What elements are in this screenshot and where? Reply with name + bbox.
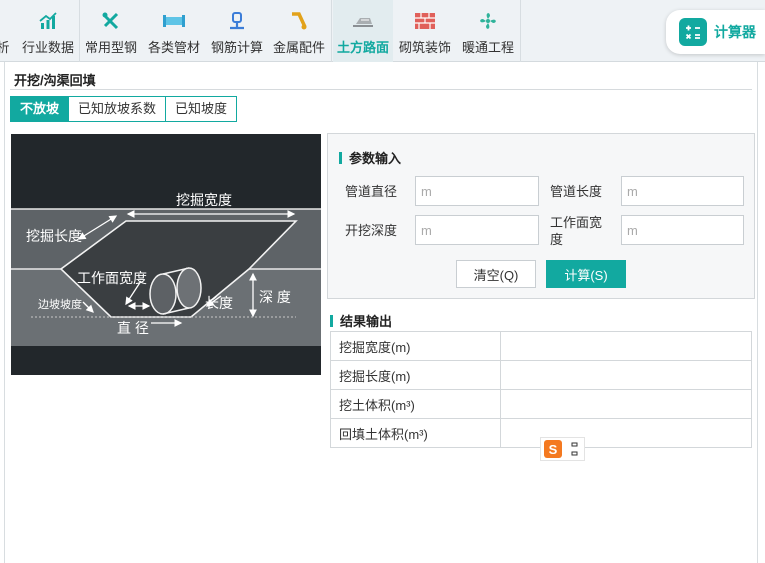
toolbar-item-metal[interactable]: 金属配件 [270,0,328,62]
result-value [500,360,752,390]
toolbar-item-label: 行业数据 [21,40,74,55]
calculate-button[interactable]: 计算(S) [546,260,626,288]
rebar-icon [226,10,248,32]
fan-icon [477,10,499,32]
pipe-length-input[interactable] [621,176,744,206]
toolbar-divider [331,0,332,62]
tab-known-slope[interactable]: 已知坡度 [166,96,238,122]
toolbar-item-label: 钢筋计算 [210,40,263,55]
toolbar-item-rebar[interactable]: 钢筋计算 [208,0,266,62]
earthwork-icon [352,10,374,32]
excavation-width-label: 挖掘宽度 [176,192,232,208]
toolbar-item-label: 土方路面 [336,40,389,55]
toolbar-item-label: 析 [0,40,10,55]
toolbar-item-industry-data[interactable]: 行业数据 [18,0,78,62]
length-label: 长度 [205,295,233,311]
table-row: 挖掘长度(m) [330,360,752,390]
section-accent-bar [330,314,333,327]
parameter-panel: 参数输入 管道直径 管道长度 开挖深度 工作面宽度 清空(Q) 计算(S) [327,133,755,299]
result-name: 挖掘宽度(m) [330,331,501,361]
ime-toolbar[interactable]: S [540,437,585,461]
result-value [500,389,752,419]
brick-icon [414,10,436,32]
toolbar-item-masonry[interactable]: 砌筑装饰 [396,0,454,62]
depth-label: 深 度 [259,289,291,305]
content-border-left [4,62,5,563]
working-width-input[interactable] [621,215,744,245]
pipe-diameter-label: 管道直径 [345,184,398,199]
toolbar-item-label: 金属配件 [272,40,325,55]
calculator-icon [679,18,707,46]
clear-button[interactable]: 清空(Q) [456,260,536,288]
toolbar-item-earthwork[interactable]: 土方路面 [333,0,393,62]
toolbar-divider [520,0,521,62]
toolbar-item-analysis[interactable]: 析 [0,0,14,62]
side-slope-label: 边坡坡度 [38,299,82,311]
toolbar-item-label: 砌筑装饰 [398,40,451,55]
toolbar-item-steel[interactable]: 常用型钢 [82,0,140,62]
parameter-section-title: 参数输入 [339,148,401,167]
pipe-diameter-input[interactable] [415,176,539,206]
working-width-field-label: 工作面宽度 [550,215,603,247]
tools-icon [100,10,122,32]
excavation-depth-label: 开挖深度 [345,223,398,238]
result-name: 挖掘长度(m) [330,360,501,390]
toolbar: 析 行业数据 常用型钢 各类管材 钢筋计算 金属配件 土方路面 砌筑装饰 暖通工… [0,0,765,62]
toolbar-item-pipes[interactable]: 各类管材 [145,0,203,62]
parameter-section-label: 参数输入 [349,151,402,166]
pipe-icon [163,10,185,32]
result-name: 挖土体积(m³) [330,389,501,419]
result-section-title: 结果输出 [330,311,392,330]
toolbar-item-label: 各类管材 [147,40,200,55]
toolbar-item-label: 暖通工程 [461,40,514,55]
bar-chart-icon [37,10,59,32]
tab-known-slope-coefficient[interactable]: 已知放坡系数 [69,96,167,122]
table-row: 挖土体积(m³) [330,389,752,419]
pipe-length-label: 管道长度 [550,184,603,199]
toolbar-divider [79,0,80,62]
diameter-label: 直 径 [117,320,149,336]
excavation-length-label: 挖掘长度 [26,228,82,244]
toolbar-item-label: 常用型钢 [84,40,137,55]
table-row: 挖掘宽度(m) [330,331,752,361]
excavation-depth-input[interactable] [415,215,539,245]
mode-tabs: 不放坡 已知放坡系数 已知坡度 [10,96,238,122]
calculator-button[interactable]: 计算器 [666,10,765,54]
ime-menu-icon[interactable] [571,442,579,456]
calculator-label: 计算器 [714,24,756,40]
analysis-icon [0,10,14,32]
toolbar-item-hvac[interactable]: 暖通工程 [459,0,517,62]
content-border-right [757,62,758,563]
result-section-label: 结果输出 [340,314,393,329]
page-title: 开挖/沟渠回填 [14,73,96,88]
tab-no-slope[interactable]: 不放坡 [10,96,70,122]
result-value [500,418,752,448]
title-divider [10,89,752,90]
result-name: 回填土体积(m³) [330,418,501,448]
result-value [500,331,752,361]
section-accent-bar [339,151,342,164]
ime-logo-icon: S [544,440,562,458]
trench-diagram: 挖掘宽度 挖掘长度 工作面宽度 边坡坡度 长度 深 度 直 径 [11,134,321,375]
metal-fitting-icon [288,10,310,32]
working-width-label: 工作面宽度 [77,270,147,286]
result-table: 挖掘宽度(m) 挖掘长度(m) 挖土体积(m³) 回填土体积(m³) [330,331,752,448]
